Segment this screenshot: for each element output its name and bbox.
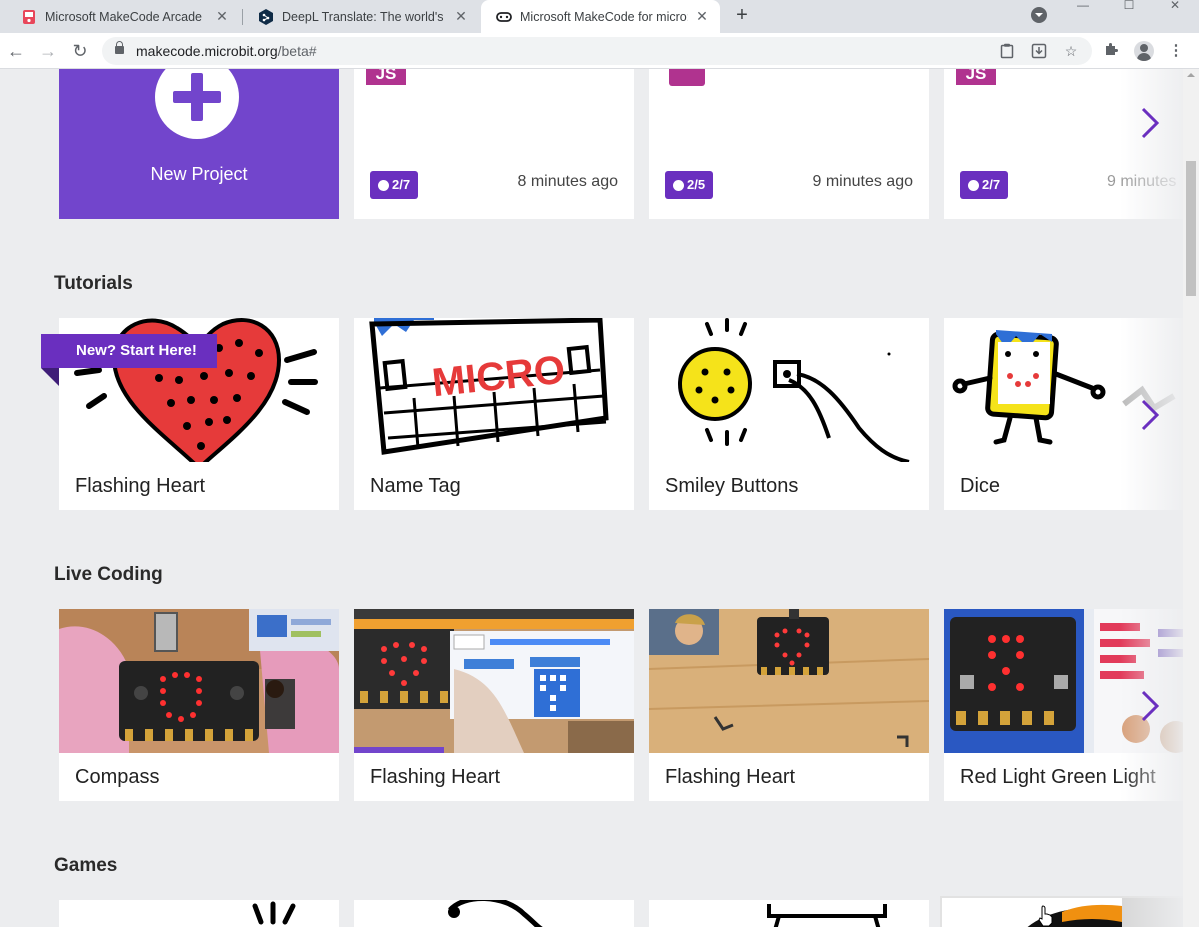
live-coding-name: Compass [75,766,160,788]
live-coding-name: Flashing Heart [665,766,796,788]
tab-bar: Microsoft MakeCode Arcade ✕ DeepL Transl… [0,0,1199,33]
project-card[interactable]: JS 2/7 8 minutes ago [354,69,634,219]
section-title-games: Games [54,855,118,876]
tab-makecode-microbit[interactable]: Microsoft MakeCode for micro:bit ✕ [481,0,720,33]
blocks-logo [669,69,705,86]
javascript-logo: JS [366,69,406,85]
scrollbar-thumb[interactable] [1186,161,1196,296]
game-illustration [252,901,296,925]
live-coding-card-flashing-heart-2[interactable]: Flashing Heart [649,609,929,801]
javascript-logo: JS [956,69,996,85]
live-coding-name: Flashing Heart [370,766,501,788]
live-coding-card-compass[interactable]: Compass [59,609,339,801]
project-card[interactable]: 2/5 9 minutes ago [649,69,929,219]
circle-icon [673,179,684,191]
forward-icon[interactable]: → [36,39,60,63]
close-tab-icon[interactable]: ✕ [214,8,230,25]
section-title-live-coding: Live Coding [54,564,163,585]
microbit-icon [496,9,512,25]
chevron-right-icon[interactable] [1140,106,1160,140]
game-card[interactable] [649,900,929,927]
url-text: makecode.microbit.org/beta# [136,43,317,59]
bookmark-star-icon[interactable]: ☆ [1063,43,1079,59]
circle-icon [968,179,979,191]
makecode-arcade-icon [21,9,37,25]
tab-title: Microsoft MakeCode Arcade [45,9,203,24]
tab-search-icon[interactable] [1031,7,1047,23]
name-tag-illustration: MICRO [354,318,634,462]
tutorial-name: Dice [960,475,1001,497]
menu-kebab-icon[interactable]: ⋮ [1166,41,1186,61]
tutorial-name: Name Tag [370,475,461,497]
hand-cursor-icon [1038,905,1053,927]
tutorial-name: Flashing Heart [75,475,206,497]
badge-text: 2/5 [687,177,706,192]
tutorial-card-name-tag[interactable]: MICRO Name Tag [354,318,634,510]
page-scrollbar[interactable] [1183,69,1199,927]
extensions-icon[interactable] [1101,41,1121,61]
back-icon[interactable]: ← [4,39,28,63]
tutorial-name: Smiley Buttons [665,475,799,497]
profile-avatar[interactable] [1134,41,1154,61]
minimize-icon[interactable]: — [1060,0,1106,14]
clipboard-icon[interactable] [999,43,1015,59]
close-tab-icon[interactable]: ✕ [694,8,710,25]
name-tag-text: MICRO [430,348,567,406]
progress-badge: 2/7 [960,171,1009,199]
game-card[interactable] [354,900,634,927]
circle-icon [378,179,389,191]
ribbon-fold [41,368,59,386]
address-bar[interactable]: makecode.microbit.org/beta# ☆ [102,37,1092,65]
url-path: /beta# [277,43,317,59]
new-project-card[interactable]: New Project [59,69,339,219]
close-tab-icon[interactable]: ✕ [453,8,469,25]
progress-badge: 2/7 [370,171,419,199]
progress-badge: 2/5 [665,171,714,199]
badge-text: 2/7 [392,177,411,192]
badge-text: 2/7 [982,177,1001,192]
tutorial-card-smiley-buttons[interactable]: Smiley Buttons [649,318,929,510]
new-start-here-ribbon: New? Start Here! [41,334,217,368]
close-window-icon[interactable]: ✕ [1152,0,1198,14]
tab-title: Microsoft MakeCode for micro:bit [520,9,688,24]
game-illustration [448,900,543,927]
url-host: makecode.microbit.org [136,43,278,59]
carousel-fade [1120,69,1183,219]
chevron-right-icon[interactable] [1140,689,1160,723]
deepl-icon [258,8,274,25]
page-content: New Project JS 2/7 8 minutes ago 2/5 9 m… [0,69,1183,927]
tab-title: DeepL Translate: The world's most accura… [282,9,447,24]
section-title-tutorials: Tutorials [54,273,133,294]
scroll-up-arrow-icon[interactable] [1187,73,1195,77]
game-illustration [767,904,887,927]
lock-icon[interactable] [115,41,124,54]
smiley-buttons-illustration [649,318,929,462]
carousel-fade [1120,896,1183,927]
tab-makecode-arcade[interactable]: Microsoft MakeCode Arcade ✕ [6,0,240,33]
compass-video-thumbnail [59,609,339,753]
browser-toolbar: ← → ↻ makecode.microbit.org/beta# ☆ ⋮ [0,33,1199,69]
chevron-right-icon[interactable] [1140,398,1160,432]
maximize-icon[interactable]: ☐ [1106,0,1152,14]
tab-deepl[interactable]: DeepL Translate: The world's most accura… [243,0,479,33]
last-edited: 9 minutes ago [812,173,913,190]
reload-icon[interactable]: ↻ [68,39,92,63]
flashing-heart-video-thumbnail [649,609,929,753]
flashing-heart-video-thumbnail [354,609,634,753]
install-app-icon[interactable] [1031,43,1047,59]
last-edited: 8 minutes ago [517,173,618,190]
live-coding-card-flashing-heart[interactable]: Flashing Heart [354,609,634,801]
new-tab-button[interactable]: + [731,5,753,27]
game-card[interactable] [59,900,339,927]
plus-icon [155,69,239,139]
new-project-label: New Project [150,164,248,184]
